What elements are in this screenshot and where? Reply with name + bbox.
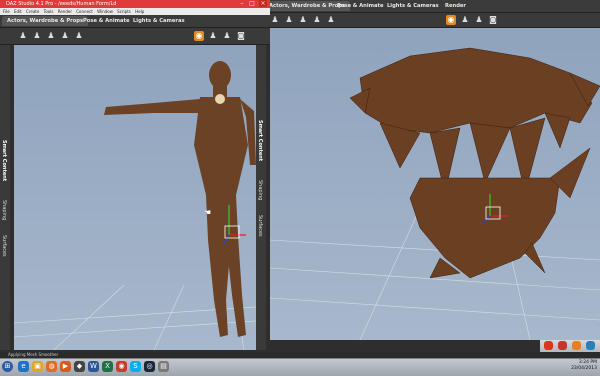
tab-lights-cameras-right[interactable]: Lights & Cameras	[382, 1, 444, 11]
side-tab-shaping[interactable]: Shaping	[1, 200, 7, 220]
camera-tool-icon[interactable]: ♟	[208, 31, 218, 41]
neck-marker	[215, 94, 225, 104]
ie-icon[interactable]: e	[18, 361, 29, 372]
menu-bar: File Edit Create Tools Render Connect Wi…	[0, 8, 270, 15]
menu-connect[interactable]: Connect	[76, 8, 93, 15]
left-right-side-panel: Smart Content Shaping Surfaces	[256, 45, 266, 350]
menu-scripts[interactable]: Scripts	[117, 8, 131, 15]
clock-date: 23/04/2013	[571, 366, 597, 371]
start-button[interactable]: ⊞	[2, 361, 13, 372]
menu-window[interactable]: Window	[97, 8, 113, 15]
wmp-icon[interactable]: ▶	[60, 361, 71, 372]
status-text: Applying Mesh Smoother	[8, 352, 59, 357]
tool-icon-2[interactable]: ♟	[284, 15, 294, 25]
app-icon-2[interactable]	[558, 341, 567, 350]
human-figure[interactable]	[104, 61, 256, 337]
left-tab-bar: Actors, Wardrobe & Props Pose & Animate …	[0, 15, 270, 28]
skype-icon[interactable]: S	[130, 361, 141, 372]
side-tab-surfaces-2[interactable]: Surfaces	[257, 215, 263, 237]
minimize-button[interactable]: –	[238, 0, 246, 7]
menu-render[interactable]: Render	[58, 8, 72, 15]
menu-tools[interactable]: Tools	[44, 8, 54, 15]
right-viewport[interactable]	[270, 28, 600, 340]
firefox-icon[interactable]: ◍	[46, 361, 57, 372]
app-icon-3[interactable]	[572, 341, 581, 350]
pose-tool-icon[interactable]: ♟	[74, 31, 84, 41]
tab-render-right[interactable]: Render	[440, 1, 471, 11]
active-tool-icon-right[interactable]: ◉	[446, 15, 456, 25]
wardrobe-tool-icon[interactable]: ♟	[32, 31, 42, 41]
misc-icon[interactable]: ▤	[158, 361, 169, 372]
right-toolbar: ♟ ♟ ♟ ♟ ♟ ◉ ♟ ♟ ◙	[270, 13, 600, 28]
window-title: DAZ Studio 4.1 Pro - /eeeds/Human Form/L…	[6, 1, 117, 7]
tab-actors-wardrobe-props[interactable]: Actors, Wardrobe & Props	[2, 16, 89, 26]
tool-icon-3[interactable]: ♟	[298, 15, 308, 25]
right-taskbar-strip	[540, 340, 600, 352]
light-tool-icon-right[interactable]: ♟	[474, 15, 484, 25]
tool-icon-4[interactable]: ♟	[312, 15, 322, 25]
tool-icon-1[interactable]: ♟	[270, 15, 280, 25]
excel-icon[interactable]: X	[102, 361, 113, 372]
app-icon-4[interactable]	[586, 341, 595, 350]
side-tab-smart-content-2[interactable]: Smart Content	[257, 120, 263, 161]
props-tool-icon[interactable]: ♟	[46, 31, 56, 41]
left-viewport[interactable]: ☚	[14, 45, 256, 350]
word-icon[interactable]: W	[88, 361, 99, 372]
right-window: Actors, Wardrobe & Props Pose & Animate …	[270, 0, 600, 375]
side-tab-smart-content[interactable]: Smart Content	[1, 140, 7, 181]
left-toolbar: ♟ ♟ ♟ ♟ ♟ ◉ ♟ ♟ ◙	[0, 28, 270, 45]
menu-file[interactable]: File	[3, 8, 10, 15]
menu-edit[interactable]: Edit	[14, 8, 22, 15]
maximize-button[interactable]: □	[248, 0, 256, 7]
steam-icon[interactable]: ◎	[144, 361, 155, 372]
menu-help[interactable]: Help	[135, 8, 144, 15]
left-side-panel: Smart Content Shaping Surfaces	[0, 45, 10, 350]
figure-tool-icon[interactable]: ♟	[18, 31, 28, 41]
camera-tool-icon-right[interactable]: ♟	[460, 15, 470, 25]
render-tool-icon[interactable]: ◙	[236, 31, 246, 41]
close-button[interactable]: ×	[259, 0, 267, 7]
daz-icon[interactable]: ◆	[74, 361, 85, 372]
chrome-icon[interactable]: ◉	[116, 361, 127, 372]
tab-pose-animate[interactable]: Pose & Animate	[78, 16, 135, 26]
app-icon-1[interactable]	[544, 341, 553, 350]
tab-lights-cameras[interactable]: Lights & Cameras	[128, 16, 190, 26]
light-tool-icon[interactable]: ♟	[222, 31, 232, 41]
side-tab-shaping-2[interactable]: Shaping	[257, 180, 263, 200]
folder-icon[interactable]: ▣	[32, 361, 43, 372]
clock[interactable]: 3:24 PM 23/04/2013	[571, 360, 597, 372]
tool-icon-5[interactable]: ♟	[326, 15, 336, 25]
render-tool-icon-right[interactable]: ◙	[488, 15, 498, 25]
tab-pose-animate-right[interactable]: Pose & Animate	[332, 1, 389, 11]
left-window: DAZ Studio 4.1 Pro - /eeeds/Human Form/L…	[0, 0, 270, 375]
cursor-icon: ☚	[204, 208, 211, 217]
taskbar: ⊞ e ▣ ◍ ▶ ◆ W X ◉ S ◎ ▤ 3:24 PM 23/04/20…	[0, 358, 600, 376]
deformed-mesh[interactable]	[349, 47, 600, 279]
left-scene: ☚	[14, 61, 256, 350]
right-tab-bar: Actors, Wardrobe & Props Pose & Animate …	[270, 0, 600, 13]
menu-create[interactable]: Create	[26, 8, 39, 15]
active-tool-icon[interactable]: ◉	[194, 31, 204, 41]
side-tab-surfaces[interactable]: Surfaces	[1, 235, 7, 257]
hair-tool-icon[interactable]: ♟	[60, 31, 70, 41]
right-scene	[270, 47, 600, 340]
